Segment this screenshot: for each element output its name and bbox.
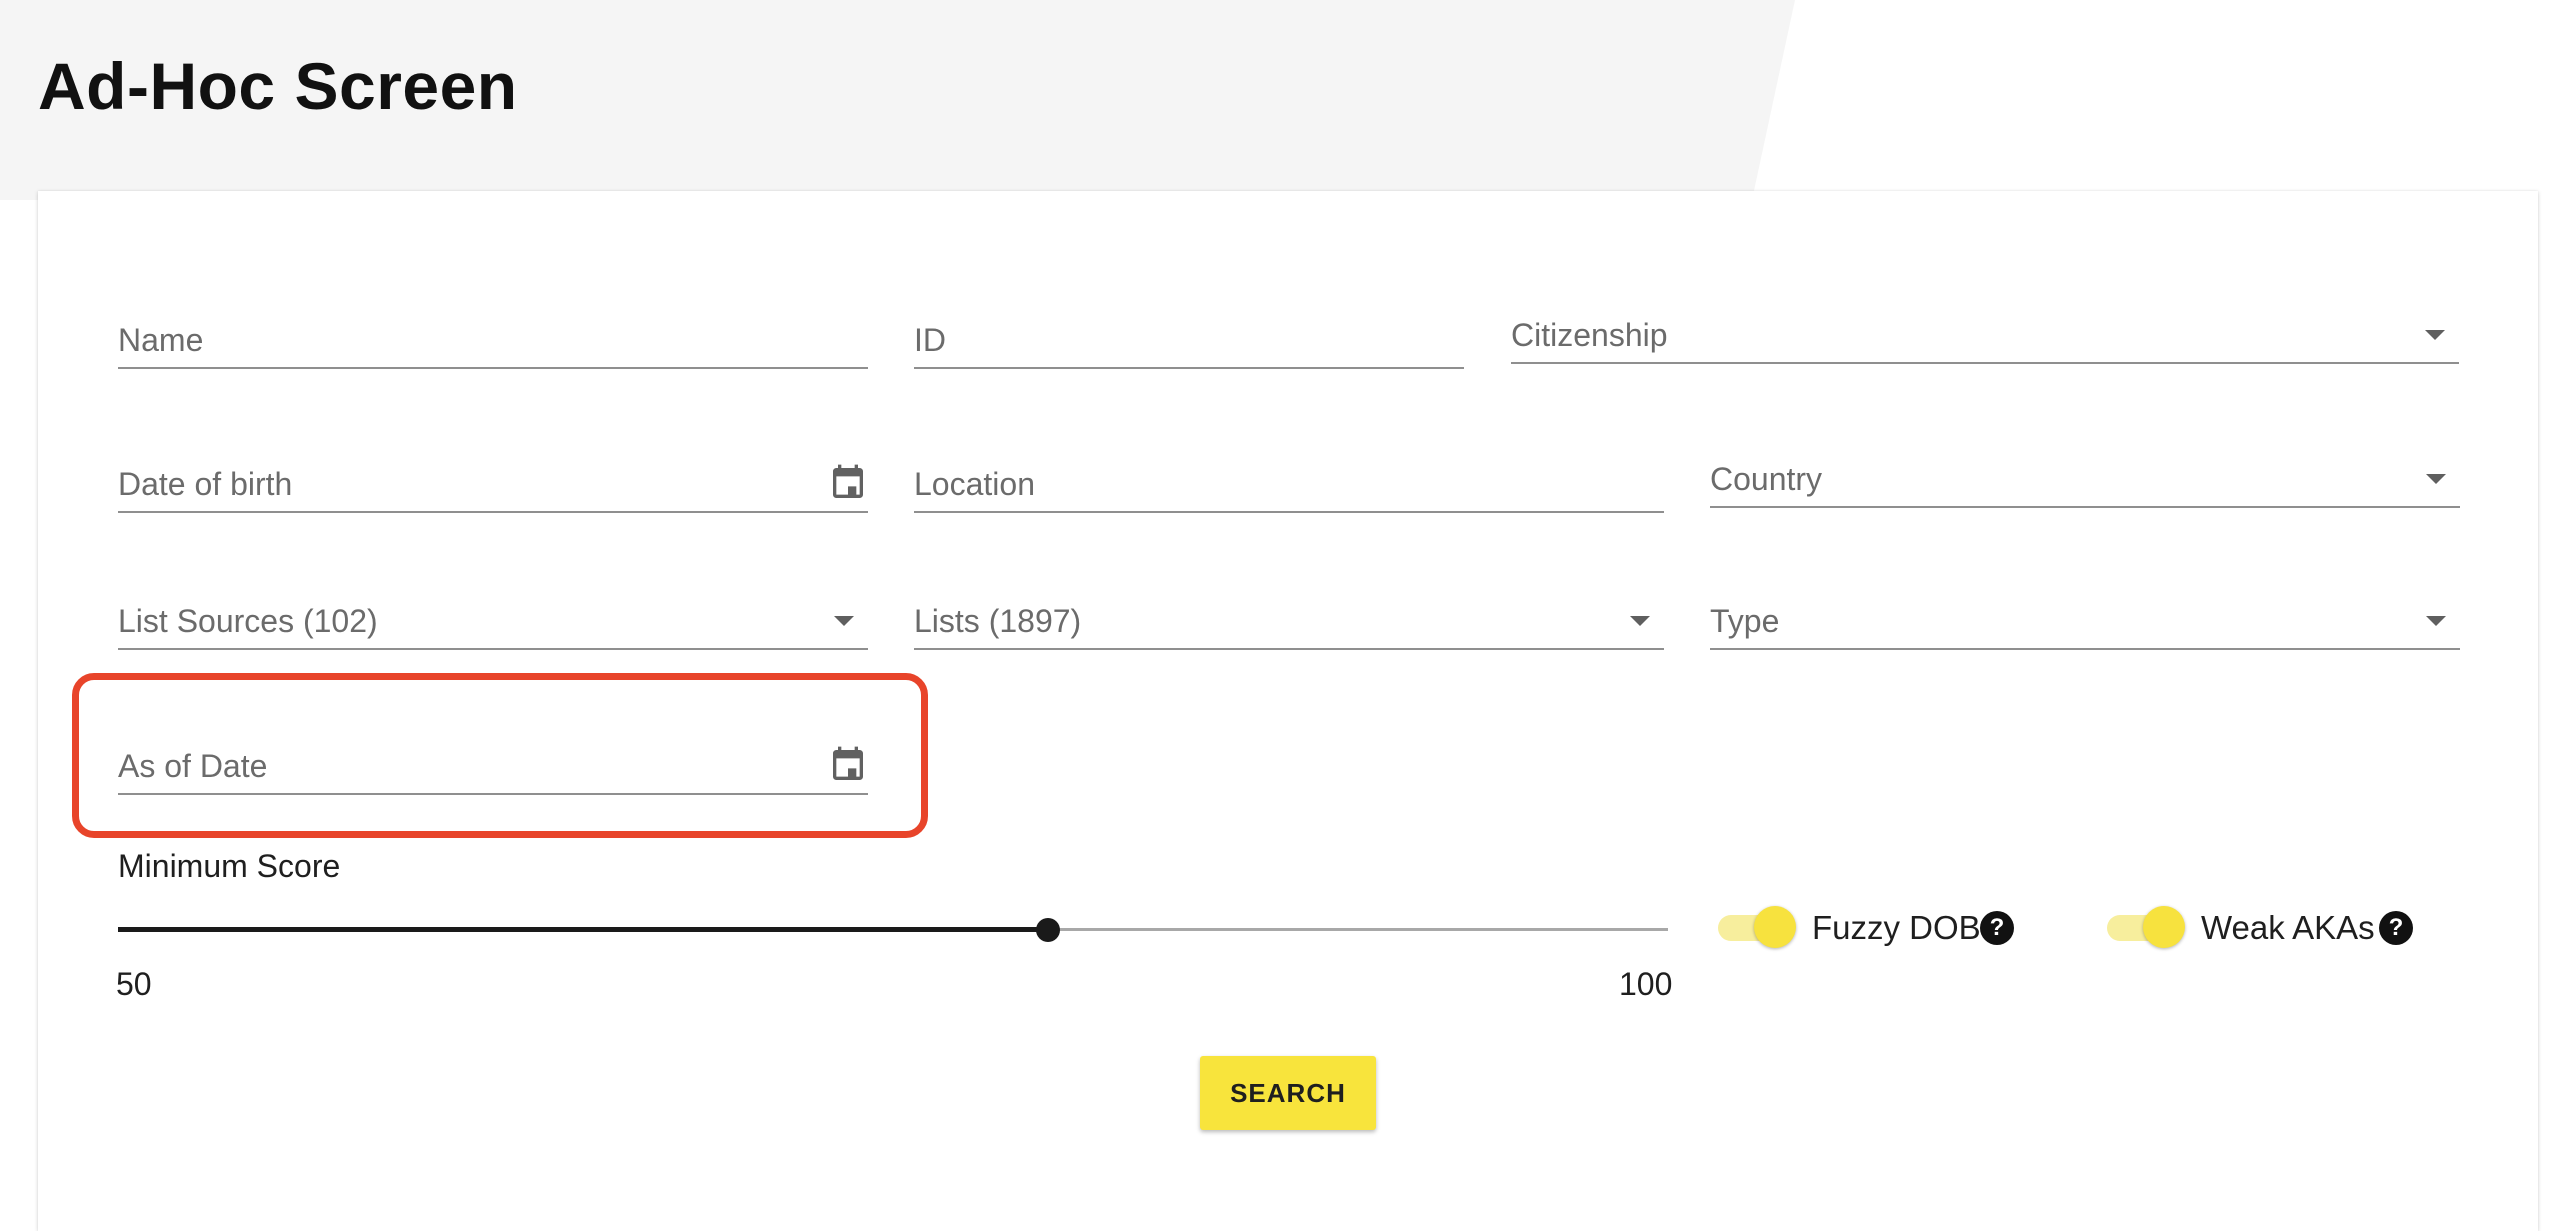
fuzzy-dob-label: Fuzzy DOB [1812, 909, 1981, 946]
weak-akas-toggle[interactable]: Weak AKAs ? [2107, 903, 2447, 953]
list-sources-label: List Sources (102) [118, 603, 378, 639]
location-field-label: Location [914, 466, 1035, 502]
name-field-label: Name [118, 322, 204, 358]
citizenship-select-label: Citizenship [1511, 317, 1668, 353]
lists-label: Lists (1897) [914, 603, 1082, 639]
date-of-birth-label: Date of birth [118, 466, 293, 502]
list-sources-select[interactable]: List Sources (102) [118, 570, 868, 650]
search-button[interactable]: SEARCH [1200, 1056, 1376, 1130]
id-field[interactable]: ID [914, 289, 1464, 369]
as-of-date-label: As of Date [118, 748, 268, 784]
citizenship-select[interactable]: Citizenship [1511, 284, 2459, 364]
chevron-down-icon [1630, 616, 1650, 626]
name-field[interactable]: Name [118, 289, 868, 369]
chevron-down-icon [2426, 616, 2446, 626]
lists-select[interactable]: Lists (1897) [914, 570, 1664, 650]
as-of-date-field[interactable]: As of Date [118, 715, 868, 795]
location-field[interactable]: Location [914, 433, 1664, 513]
toggle-thumb[interactable] [2143, 906, 2185, 948]
help-icon[interactable]: ? [1980, 911, 2014, 945]
chevron-down-icon [2426, 474, 2446, 484]
fuzzy-dob-toggle[interactable]: Fuzzy DOB ? [1718, 903, 2058, 953]
date-of-birth-field[interactable]: Date of birth [118, 433, 868, 513]
slider-min-label: 50 [116, 966, 152, 1002]
calendar-icon[interactable] [828, 463, 868, 503]
help-icon[interactable]: ? [2379, 911, 2413, 945]
slider-thumb[interactable] [1036, 918, 1060, 942]
chevron-down-icon [834, 616, 854, 626]
weak-akas-label: Weak AKAs [2201, 909, 2375, 946]
country-select[interactable]: Country [1710, 428, 2460, 508]
type-select[interactable]: Type [1710, 570, 2460, 650]
type-select-label: Type [1710, 603, 1780, 639]
country-select-label: Country [1710, 461, 1823, 497]
calendar-icon[interactable] [828, 745, 868, 785]
slider-max-label: 100 [1619, 966, 1673, 1002]
minimum-score-label: Minimum Score [118, 848, 341, 884]
slider-track-fill [118, 927, 1048, 932]
page-title: Ad-Hoc Screen [38, 49, 518, 123]
minimum-score-slider[interactable] [118, 910, 1668, 950]
id-field-label: ID [914, 322, 946, 358]
toggle-thumb[interactable] [1754, 906, 1796, 948]
chevron-down-icon [2425, 330, 2445, 340]
